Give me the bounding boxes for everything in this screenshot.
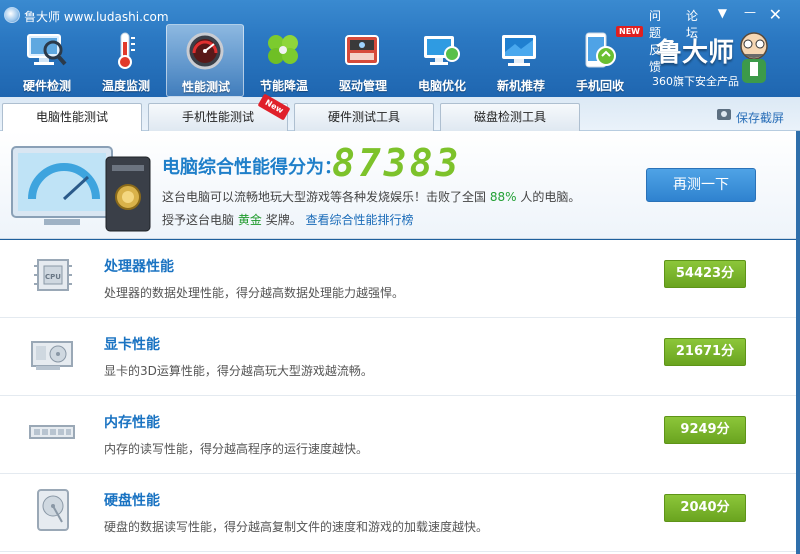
nav-label: 节能降温 bbox=[259, 79, 308, 93]
app-logo-icon bbox=[4, 7, 20, 23]
save-screenshot-link[interactable]: 保存截屏 bbox=[736, 109, 784, 126]
desc-suffix: 人的电脑。 bbox=[520, 190, 581, 204]
nav-label: 硬件检测 bbox=[22, 79, 71, 93]
nav-item-energy-saving[interactable]: 节能降温 bbox=[245, 24, 323, 97]
award-suffix: 奖牌。 bbox=[265, 213, 302, 227]
category-description: 处理器的数据处理性能，得分越高数据处理能力越强悍。 bbox=[104, 286, 405, 300]
monitor-gauge-icon bbox=[11, 146, 151, 232]
close-icon[interactable]: ✕ bbox=[769, 5, 782, 24]
score-award: 授予这台电脑 黄金 奖牌。 查看综合性能排行榜 bbox=[162, 211, 414, 228]
brand-block: 鲁大师 360旗下安全产品 bbox=[650, 32, 800, 92]
driver-chip-icon bbox=[345, 35, 379, 65]
category-row-cpu: CPU 处理器性能 处理器的数据处理性能，得分越高数据处理能力越强悍。 5442… bbox=[0, 240, 800, 318]
category-score-badge: 2040分 bbox=[664, 494, 746, 522]
window-edge bbox=[796, 131, 800, 554]
nav-item-driver-manager[interactable]: 驱动管理 bbox=[324, 24, 402, 97]
tab-bar: 电脑性能测试 手机性能测试 New 硬件测试工具 磁盘检测工具 保存截屏 bbox=[0, 93, 800, 132]
tab-disk-tools[interactable]: 磁盘检测工具 bbox=[440, 103, 580, 131]
nav-label: 手机回收 bbox=[575, 79, 624, 93]
tab-pc-performance[interactable]: 电脑性能测试 bbox=[2, 103, 142, 132]
thermometer-icon bbox=[118, 32, 135, 69]
speedometer-icon bbox=[186, 32, 224, 70]
nav-label: 电脑优化 bbox=[417, 79, 466, 93]
nav-item-new-computer[interactable]: 新机推荐 bbox=[482, 24, 560, 97]
nav-item-performance-test[interactable]: 性能测试 bbox=[166, 24, 244, 97]
nav-label: 性能测试 bbox=[181, 80, 230, 94]
beat-percent: 88% bbox=[489, 190, 517, 204]
category-description: 硬盘的数据读写性能，得分越高复制文件的速度和游戏的加载速度越快。 bbox=[104, 520, 489, 534]
nav-label: 温度监测 bbox=[101, 79, 150, 93]
retest-button[interactable]: 再测一下 bbox=[646, 168, 756, 202]
svg-text:CPU: CPU bbox=[45, 273, 61, 281]
category-description: 内存的读写性能，得分越高程序的运行速度越快。 bbox=[104, 442, 369, 456]
cpu-chip-icon: CPU bbox=[34, 259, 72, 291]
app-header: 鲁大师 www.ludashi.com 问题反馈 论坛 ▼ — ✕ 硬件检测 温… bbox=[0, 0, 800, 97]
new-computer-icon bbox=[502, 35, 536, 66]
category-row-disk: 硬盘性能 硬盘的数据读写性能，得分越高复制文件的速度和游戏的加载速度越快。 20… bbox=[0, 474, 800, 552]
clover-icon bbox=[268, 35, 298, 64]
mascot-icon bbox=[740, 32, 768, 83]
category-title: 处理器性能 bbox=[104, 259, 174, 275]
tab-hardware-tools[interactable]: 硬件测试工具 bbox=[294, 103, 434, 131]
nav-item-phone-recycle[interactable]: 手机回收 NEW bbox=[561, 24, 643, 97]
memory-module-icon bbox=[29, 425, 75, 439]
nav-label: 驱动管理 bbox=[338, 79, 387, 93]
graphics-card-icon bbox=[31, 341, 73, 370]
category-list: CPU 处理器性能 处理器的数据处理性能，得分越高数据处理能力越强悍。 5442… bbox=[0, 240, 800, 554]
minimize-icon[interactable]: — bbox=[744, 5, 756, 19]
new-ribbon: New bbox=[257, 93, 291, 121]
category-row-memory: 内存性能 内存的读写性能，得分越高程序的运行速度越快。 9249分 bbox=[0, 396, 800, 474]
hard-disk-icon bbox=[37, 489, 69, 531]
tab-label: 手机性能测试 bbox=[181, 110, 254, 124]
nav-item-hardware-detect[interactable]: 硬件检测 bbox=[8, 24, 86, 97]
category-title: 内存性能 bbox=[104, 415, 160, 431]
menu-dropdown-icon[interactable]: ▼ bbox=[718, 6, 727, 20]
score-panel: 电脑综合性能得分为： 87383 这台电脑可以流畅地玩大型游戏等各种发烧娱乐！击… bbox=[0, 131, 800, 239]
category-title: 硬盘性能 bbox=[104, 493, 160, 509]
brand-name: 鲁大师 bbox=[656, 38, 735, 68]
desc-prefix: 这台电脑可以流畅地玩大型游戏等各种发烧娱乐！击败了全国 bbox=[162, 190, 487, 204]
category-row-gpu: 显卡性能 显卡的3D运算性能，得分越高玩大型游戏越流畅。 21671分 bbox=[0, 318, 800, 396]
camera-icon[interactable] bbox=[717, 109, 731, 120]
nav-item-temperature[interactable]: 温度监测 bbox=[87, 24, 165, 97]
category-score-badge: 9249分 bbox=[664, 416, 746, 444]
brand-subtitle: 360旗下安全产品 bbox=[652, 75, 739, 88]
category-description: 显卡的3D运算性能，得分越高玩大型游戏越流畅。 bbox=[104, 364, 373, 378]
category-score-badge: 54423分 bbox=[664, 260, 746, 288]
new-badge: NEW bbox=[616, 26, 643, 37]
monitor-magnifier-icon bbox=[27, 34, 67, 66]
score-description: 这台电脑可以流畅地玩大型游戏等各种发烧娱乐！击败了全国 88% 人的电脑。 bbox=[162, 188, 580, 205]
tab-phone-performance[interactable]: 手机性能测试 New bbox=[148, 93, 291, 131]
category-title: 显卡性能 bbox=[104, 337, 160, 353]
phone-recycle-icon bbox=[585, 32, 616, 68]
award-prefix: 授予这台电脑 bbox=[162, 213, 235, 227]
score-label: 电脑综合性能得分为： bbox=[162, 157, 342, 178]
category-score-badge: 21671分 bbox=[664, 338, 746, 366]
nav-label: 新机推荐 bbox=[496, 79, 545, 93]
nav-item-computer-optimize[interactable]: 电脑优化 bbox=[403, 24, 481, 97]
computer-optimize-icon bbox=[424, 36, 460, 65]
app-title: 鲁大师 www.ludashi.com bbox=[24, 10, 169, 24]
score-value: 87383 bbox=[332, 141, 462, 185]
award-medal: 黄金 bbox=[237, 213, 262, 227]
ranking-link[interactable]: 查看综合性能排行榜 bbox=[306, 213, 414, 227]
